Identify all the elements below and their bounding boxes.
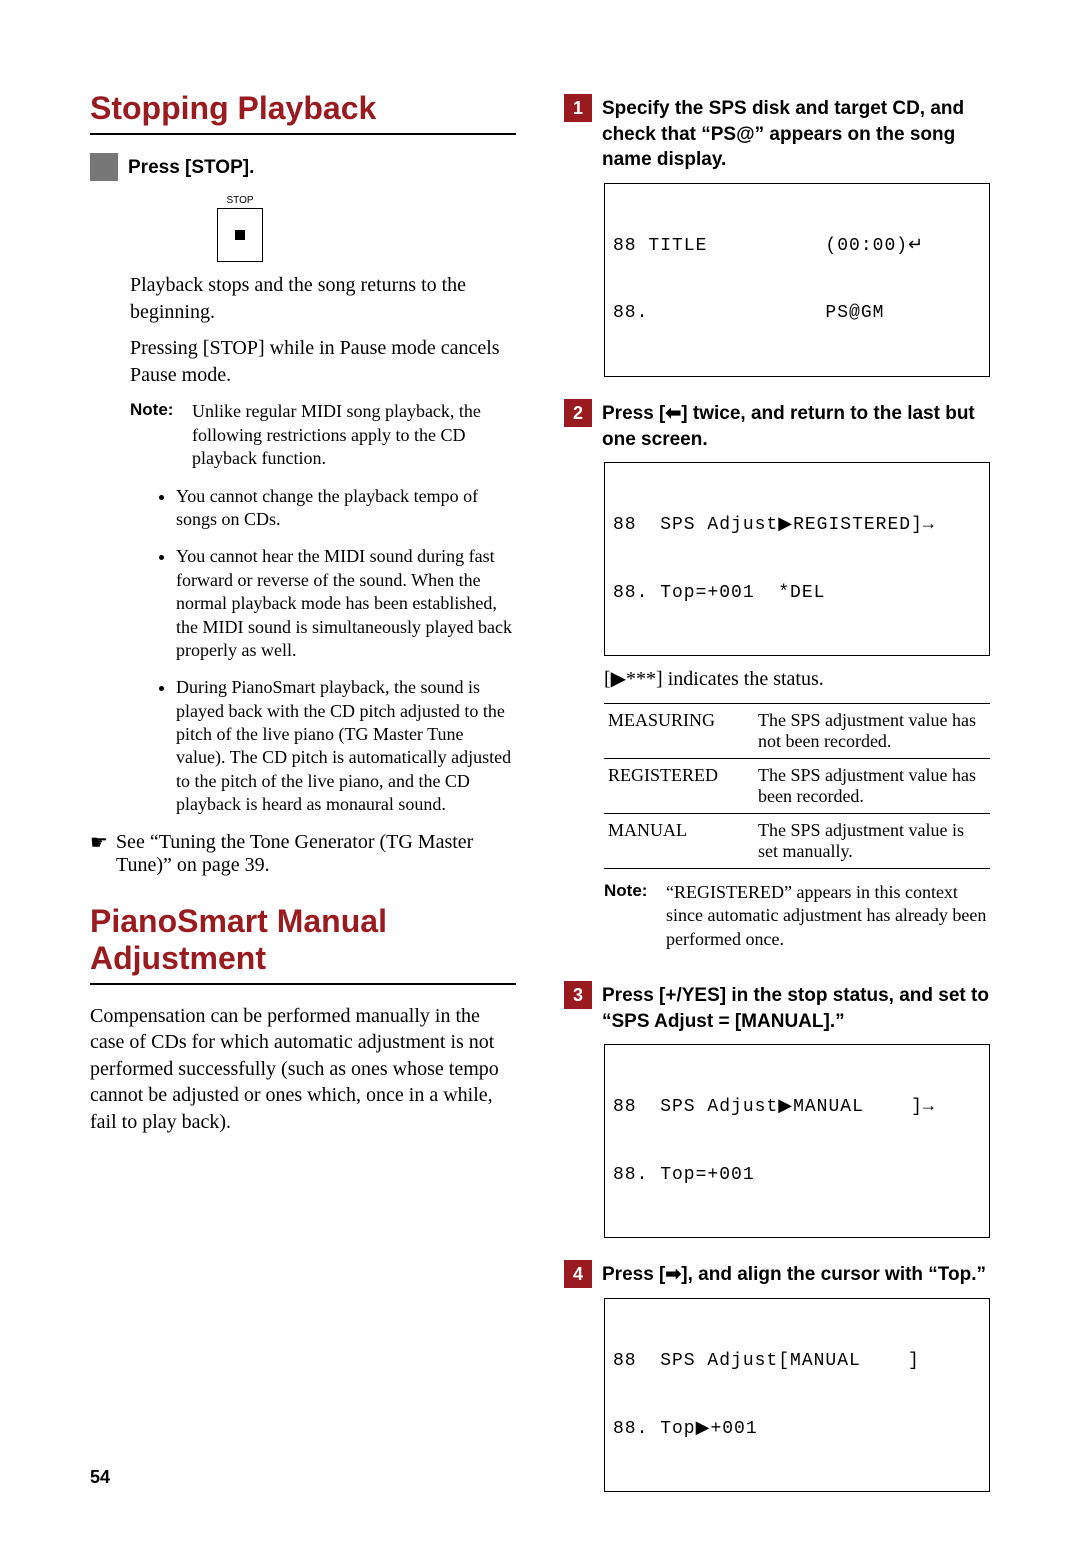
note-restrictions: Note: Unlike regular MIDI song playback,… [130,400,516,470]
lcd-line: 88 SPS Adjust[MANUAL ] [613,1350,920,1373]
para-pause-cancel: Pressing [STOP] while in Pause mode canc… [130,335,516,388]
table-row: MANUAL The SPS adjustment value is set m… [604,813,990,868]
step-number: 3 [564,981,592,1009]
step-1: 1 Specify the SPS disk and target CD, an… [564,94,990,173]
para-playback-stops: Playback stops and the song returns to t… [130,272,516,325]
table-row: REGISTERED The SPS adjustment value has … [604,758,990,813]
step-2-title: Press [⬅] twice, and return to the last … [602,401,990,452]
stop-icon [235,230,245,240]
divider [90,133,516,135]
divider [90,983,516,985]
lcd-line: 88. PS@GM [613,302,884,325]
lcd-line: 88. Top=+001 [613,1164,755,1187]
page-number: 54 [90,1467,110,1488]
section-title-stopping-playback: Stopping Playback [90,90,516,127]
list-item: You cannot hear the MIDI sound during fa… [176,545,516,662]
note-label: Note: [130,400,182,470]
lcd-line: 88 TITLE (00:00)↵ [613,235,924,258]
step-number-blank [90,153,118,181]
status-val: The SPS adjustment value is set manually… [754,813,990,868]
status-key: REGISTERED [604,758,754,813]
hand-pointer-icon: ☛ [90,833,108,877]
list-item: During PianoSmart playback, the sound is… [176,676,516,816]
step-2: 2 Press [⬅] twice, and return to the las… [564,399,990,452]
note-text: “REGISTERED” appears in this context sin… [666,881,990,951]
step-3: 3 Press [+/YES] in the stop status, and … [564,981,990,1034]
lcd-display-3: 88 SPS Adjust▶MANUAL ]→ 88. Top=+001 [604,1044,990,1238]
step-number: 4 [564,1260,592,1288]
see-text: See “Tuning the Tone Generator (TG Maste… [116,831,516,877]
status-key: MEASURING [604,703,754,758]
see-reference: ☛ See “Tuning the Tone Generator (TG Mas… [90,831,516,877]
lcd-line: 88. Top=+001 *DEL [613,582,825,605]
lcd-display-4: 88 SPS Adjust[MANUAL ] 88. Top▶+001 [604,1298,990,1492]
lcd-display-1: 88 TITLE (00:00)↵ 88. PS@GM [604,183,990,377]
lcd-line: 88. Top▶+001 [613,1418,758,1441]
lcd-line: 88 SPS Adjust▶REGISTERED]→ [613,514,935,537]
restriction-list: You cannot change the playback tempo of … [158,485,516,817]
stop-label: STOP [190,195,290,206]
step-unlabeled-stop: Press [STOP]. [90,153,516,181]
table-row: MEASURING The SPS adjustment value has n… [604,703,990,758]
step-1-title: Specify the SPS disk and target CD, and … [602,96,990,173]
step-4: 4 Press [➡], and align the cursor with “… [564,1260,990,1288]
status-table: MEASURING The SPS adjustment value has n… [604,703,990,869]
step-number: 2 [564,399,592,427]
right-column: 1 Specify the SPS disk and target CD, an… [564,90,990,1502]
stop-button-figure: STOP [190,195,290,262]
note-label: Note: [604,881,656,951]
status-intro: [▶***] indicates the status. [604,666,990,693]
step-4-title: Press [➡], and align the cursor with “To… [602,1262,986,1288]
lcd-display-2: 88 SPS Adjust▶REGISTERED]→ 88. Top=+001 … [604,462,990,656]
step-title-press-stop: Press [STOP]. [128,155,254,181]
note-intro: Unlike regular MIDI song playback, the f… [192,400,516,470]
para-compensation: Compensation can be performed manually i… [90,1003,516,1136]
lcd-line: 88 SPS Adjust▶MANUAL ]→ [613,1096,935,1119]
step-3-title: Press [+/YES] in the stop status, and se… [602,983,990,1034]
list-item: You cannot change the playback tempo of … [176,485,516,532]
stop-button-graphic [217,208,263,262]
status-val: The SPS adjustment value has been record… [754,758,990,813]
step-number: 1 [564,94,592,122]
note-registered: Note: “REGISTERED” appears in this conte… [604,881,990,951]
section-title-pianosmart-manual: PianoSmart Manual Adjustment [90,903,516,977]
status-val: The SPS adjustment value has not been re… [754,703,990,758]
status-key: MANUAL [604,813,754,868]
left-column: Stopping Playback Press [STOP]. STOP Pla… [90,90,516,1502]
